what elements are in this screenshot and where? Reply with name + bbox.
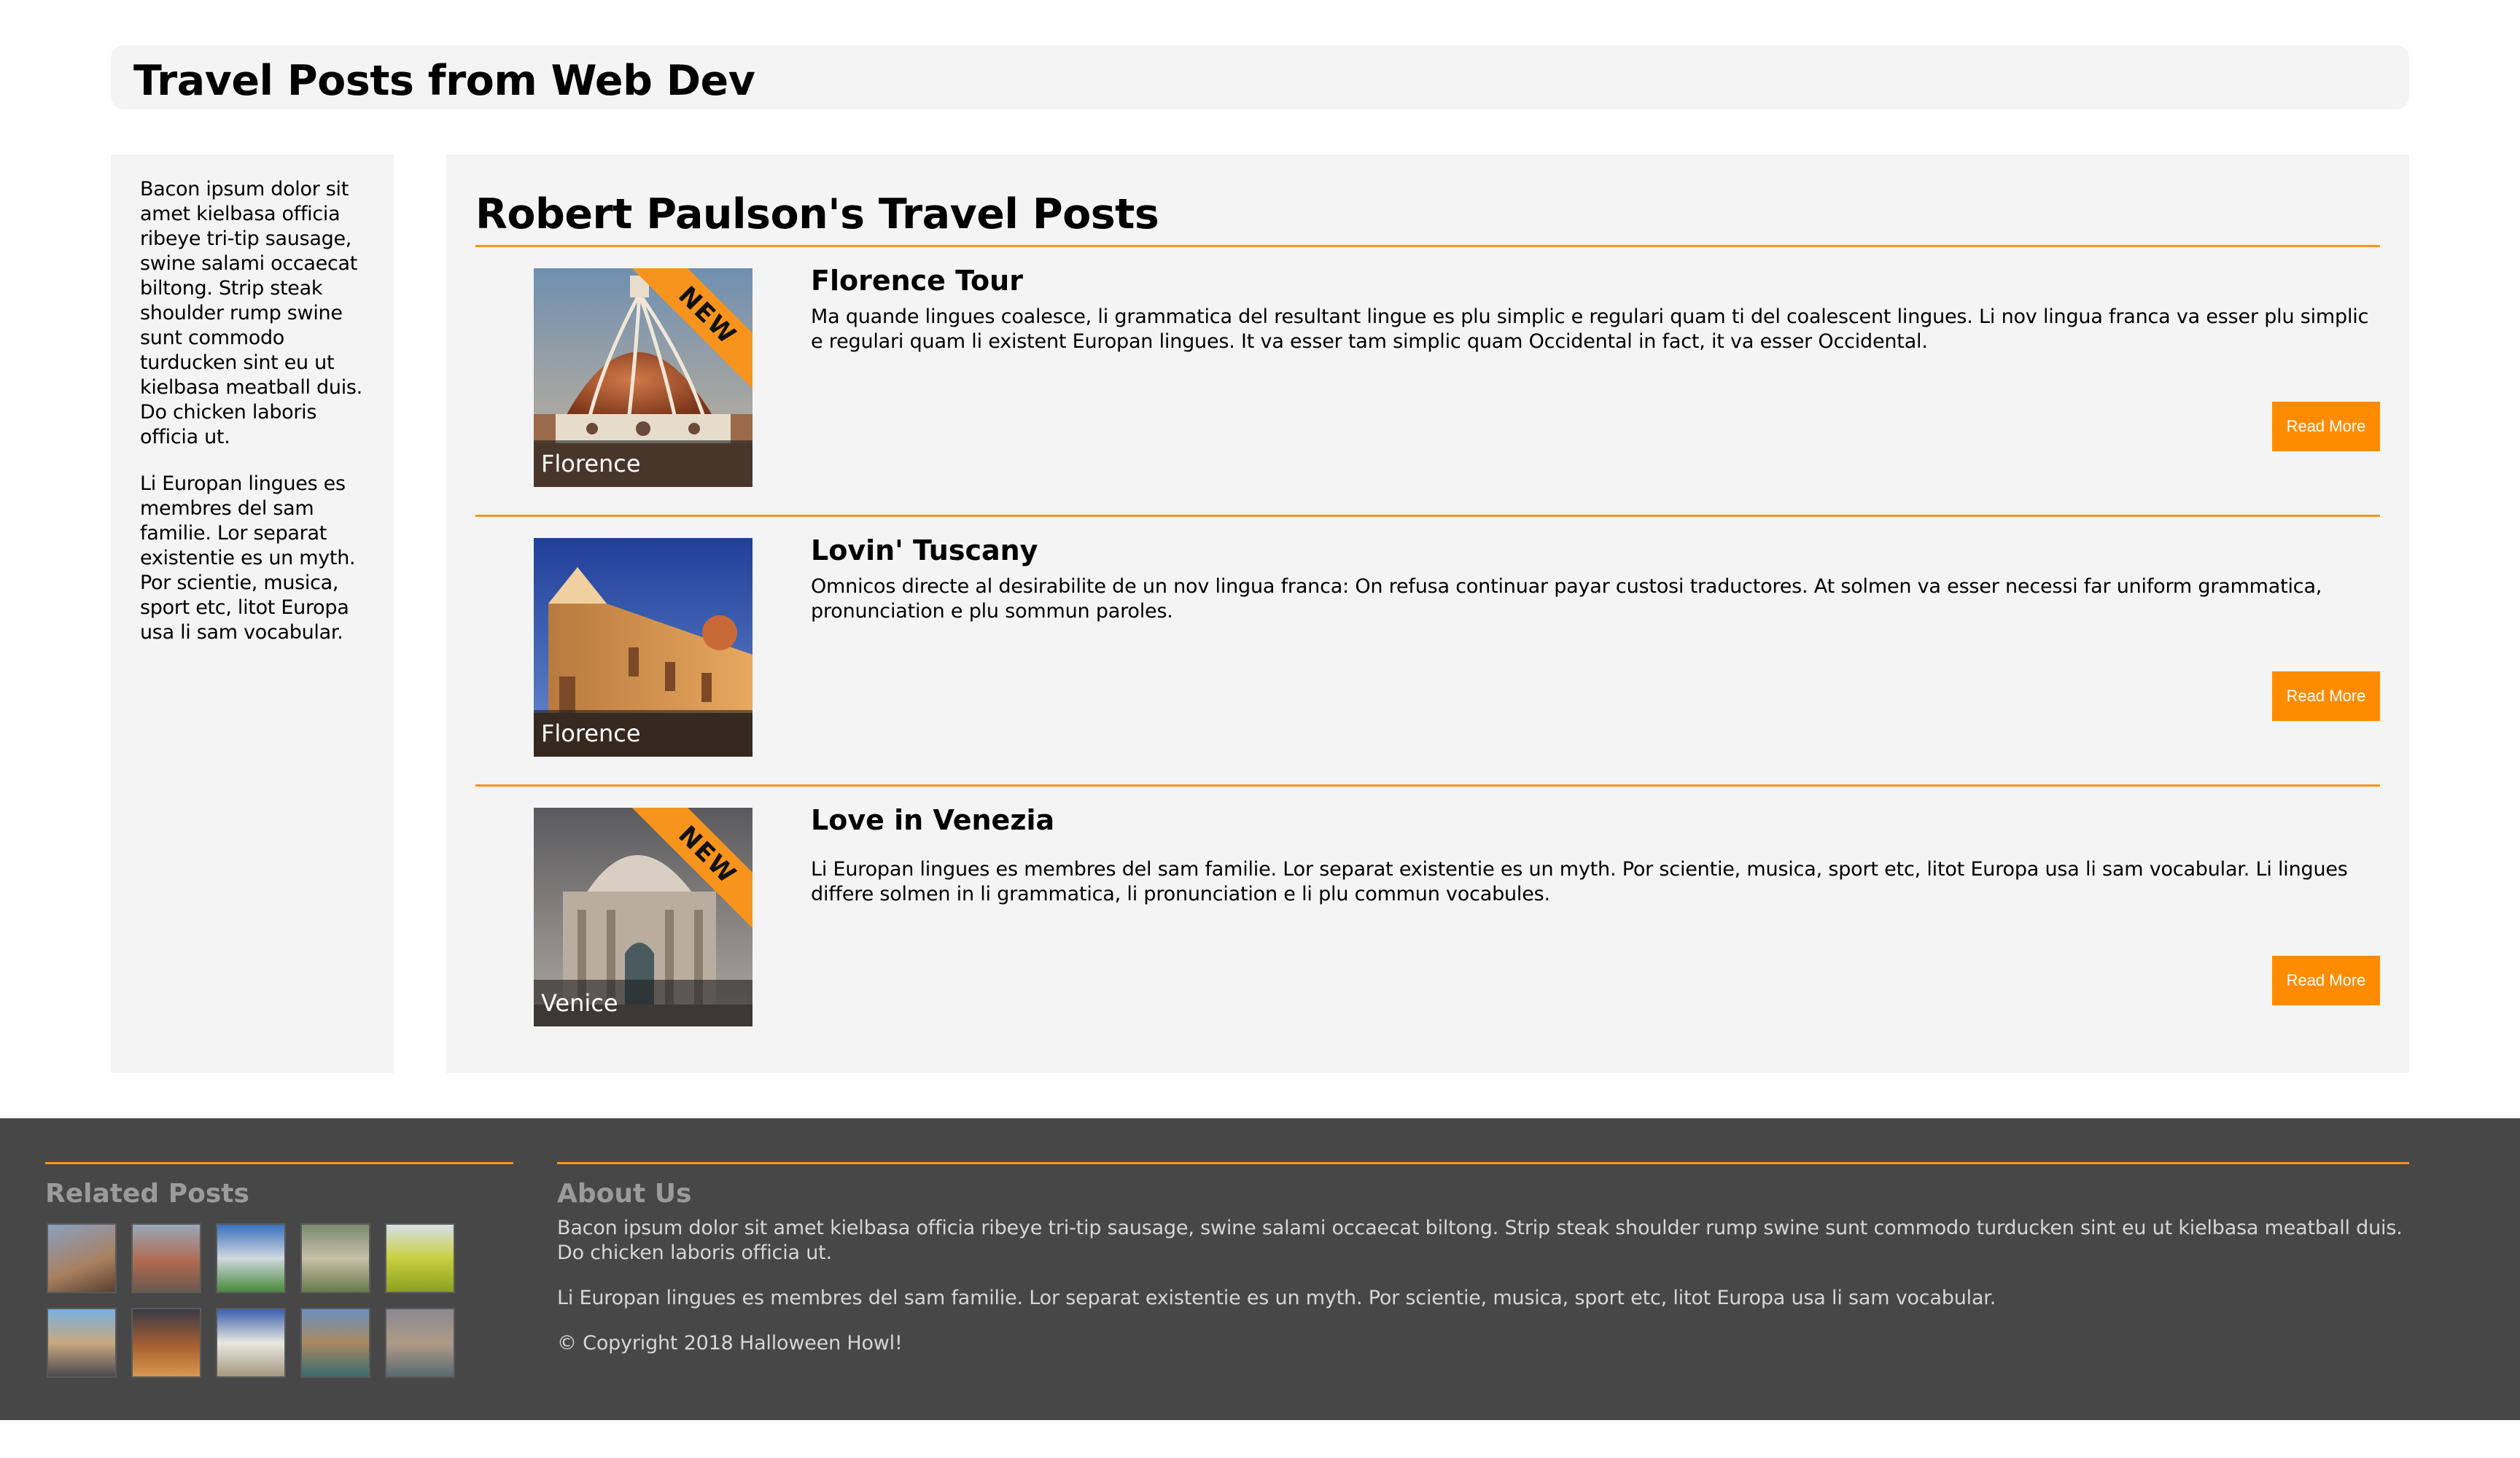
sidebar-paragraph: Li Europan lingues es membres del sam fa… <box>140 472 356 644</box>
thumbnail-caption: Venice <box>534 980 752 1026</box>
related-thumbnail[interactable] <box>216 1308 286 1378</box>
site-footer: Related Posts About Us Bacon ipsum dolor… <box>0 1118 2520 1420</box>
divider <box>557 1162 2409 1164</box>
read-more-button[interactable]: Read More <box>2272 956 2380 1005</box>
about-us-heading: About Us <box>557 1179 692 1209</box>
divider <box>475 245 2380 247</box>
about-us-paragraph: Li Europan lingues es membres del sam fa… <box>557 1287 1996 1309</box>
page-title: Robert Paulson's Travel Posts <box>475 190 1159 238</box>
divider <box>475 515 2380 517</box>
post-title[interactable]: Lovin' Tuscany <box>811 534 1038 567</box>
divider <box>475 784 2380 787</box>
related-posts-heading: Related Posts <box>45 1179 249 1209</box>
related-thumbnail[interactable] <box>300 1223 370 1293</box>
post-card: NEW Florence Florence Tour Ma quande lin… <box>475 265 2380 487</box>
sidebar-paragraph: Bacon ipsum dolor sit amet kielbasa offi… <box>140 178 362 448</box>
related-thumbnail[interactable] <box>131 1308 201 1378</box>
related-thumbnail[interactable] <box>47 1308 117 1378</box>
copyright-text: © Copyright 2018 Halloween Howl! <box>557 1332 903 1354</box>
post-thumbnail[interactable]: Florence <box>534 538 752 757</box>
thumbnail-caption: Florence <box>534 440 752 487</box>
thumbnail-caption: Florence <box>534 710 752 757</box>
post-thumbnail[interactable]: NEW Venice <box>534 808 752 1026</box>
post-excerpt: Ma quande lingues coalesce, li grammatic… <box>811 305 2369 353</box>
post-excerpt: Li Europan lingues es membres del sam fa… <box>811 858 2348 905</box>
post-card: Florence Lovin' Tuscany Omnicos directe … <box>475 534 2380 757</box>
related-thumbnail[interactable] <box>47 1223 117 1293</box>
related-thumbnail[interactable] <box>216 1223 286 1293</box>
read-more-button[interactable]: Read More <box>2272 402 2380 451</box>
read-more-button[interactable]: Read More <box>2272 671 2380 721</box>
divider <box>45 1162 513 1164</box>
about-us-paragraph: Bacon ipsum dolor sit amet kielbasa offi… <box>557 1217 2403 1264</box>
related-thumbnail[interactable] <box>385 1308 455 1378</box>
site-header: Travel Posts from Web Dev <box>111 45 2409 109</box>
post-excerpt: Omnicos directe al desirabilite de un no… <box>811 575 2322 623</box>
post-thumbnail[interactable]: NEW Florence <box>534 268 752 487</box>
site-title: Travel Posts from Web Dev <box>133 57 755 105</box>
post-card: NEW Venice Love in Venezia Li Europan li… <box>475 804 2380 1026</box>
related-thumbnail[interactable] <box>300 1308 370 1378</box>
related-thumbnail[interactable] <box>385 1223 455 1293</box>
post-title[interactable]: Florence Tour <box>811 264 1023 297</box>
post-title[interactable]: Love in Venezia <box>811 803 1054 837</box>
sidebar: Bacon ipsum dolor sit amet kielbasa offi… <box>111 155 394 1073</box>
main-content: Robert Paulson's Travel Posts NEW Floren… <box>446 155 2409 1073</box>
related-thumbnail[interactable] <box>131 1223 201 1293</box>
